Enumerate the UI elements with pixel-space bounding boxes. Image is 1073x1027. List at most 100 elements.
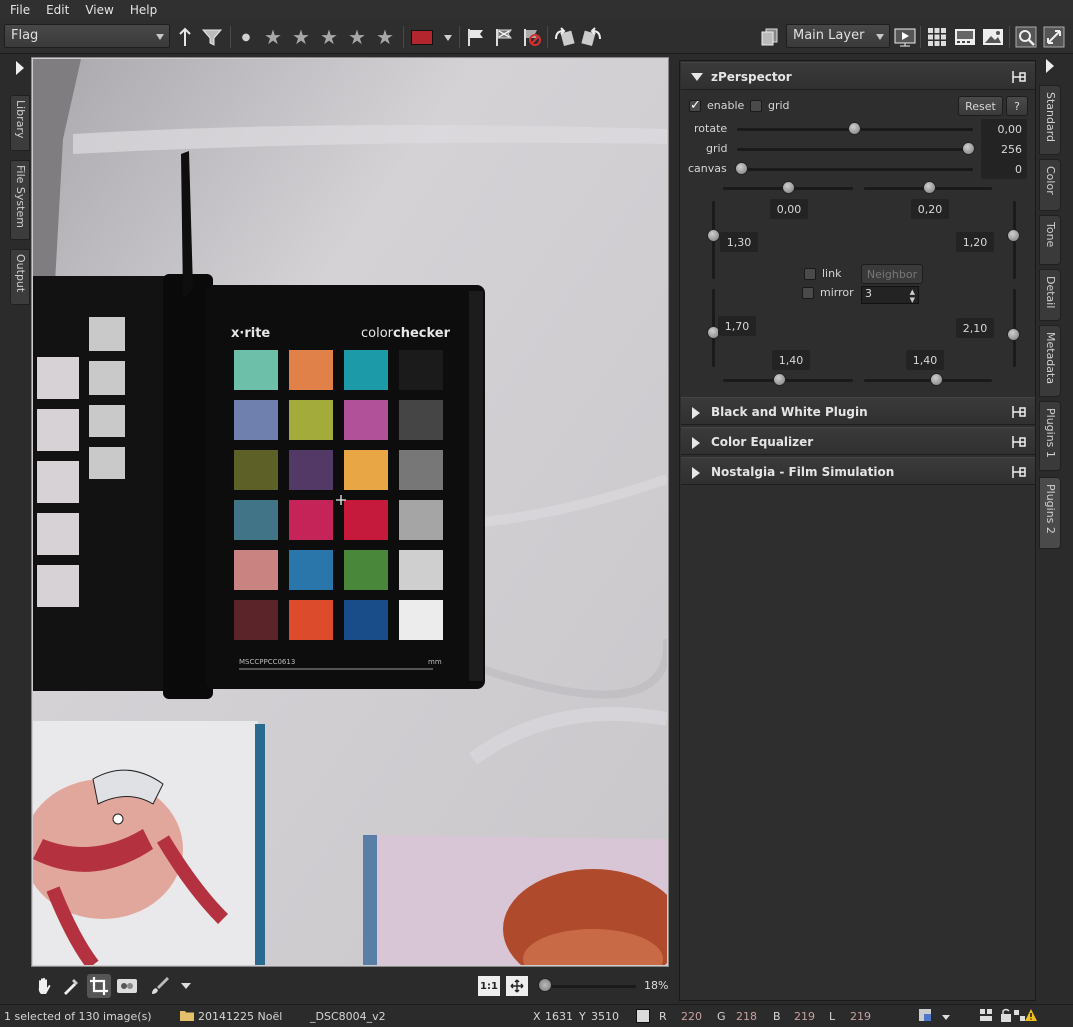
crop-icon[interactable] <box>87 974 111 998</box>
grid-size-value[interactable]: 256 <box>981 139 1027 159</box>
brush-icon[interactable] <box>148 974 172 998</box>
tab-output[interactable]: Output <box>10 249 30 305</box>
filter-funnel-icon[interactable] <box>200 25 224 49</box>
menu-view[interactable]: View <box>75 3 119 17</box>
thumbnail-grid-icon[interactable] <box>925 25 949 49</box>
bottom-left-slider-track[interactable] <box>723 379 853 382</box>
sort-ascending-icon[interactable] <box>173 25 197 49</box>
star-5-icon[interactable]: ★ <box>373 25 397 49</box>
tab-metadata[interactable]: Metadata <box>1039 325 1061 397</box>
viewer-toolbar: 1:1 18% <box>30 970 670 1002</box>
spot-healing-icon[interactable] <box>115 974 139 998</box>
star-4-icon[interactable]: ★ <box>345 25 369 49</box>
mirror-checkbox[interactable] <box>802 287 814 299</box>
flag-icon[interactable] <box>464 25 488 49</box>
color-equalizer-header[interactable]: Color Equalizer <box>681 427 1035 455</box>
bottom-right-slider-track[interactable] <box>864 379 992 382</box>
star-1-icon[interactable]: ★ <box>261 25 285 49</box>
menu-file[interactable]: File <box>0 3 36 17</box>
image-view-icon[interactable] <box>981 25 1005 49</box>
filter-combo[interactable]: Flag <box>4 24 170 48</box>
collapse-right-panel-icon[interactable] <box>1046 59 1054 73</box>
canvas-value[interactable]: 0 <box>981 159 1027 179</box>
brush-menu-chevron-icon[interactable] <box>181 983 191 989</box>
canvas-slider-track[interactable] <box>737 168 973 171</box>
reject-flag-icon[interactable] <box>492 25 516 49</box>
color-label-dropdown-icon[interactable] <box>444 35 452 41</box>
color-label-swatch[interactable] <box>411 30 433 45</box>
star-2-icon[interactable]: ★ <box>289 25 313 49</box>
warning-icon[interactable] <box>1024 1008 1038 1025</box>
top-right-value[interactable]: 0,20 <box>911 199 949 219</box>
upper-right-value[interactable]: 1,20 <box>956 232 994 252</box>
bottom-right-value[interactable]: 1,40 <box>906 350 944 370</box>
rotate-left-icon[interactable] <box>552 25 576 49</box>
tab-tone[interactable]: Tone <box>1039 215 1061 265</box>
pin-icon[interactable] <box>1011 70 1027 84</box>
link-checkbox[interactable] <box>804 268 816 280</box>
pin-icon[interactable] <box>1011 435 1027 449</box>
rotate-value[interactable]: 0,00 <box>981 119 1027 139</box>
rotate-right-icon[interactable] <box>580 25 604 49</box>
rotate-slider-handle[interactable] <box>848 122 861 135</box>
upper-left-value[interactable]: 1,30 <box>720 232 758 252</box>
compare-icon[interactable] <box>979 1008 993 1025</box>
bottom-right-slider-handle[interactable] <box>930 373 943 386</box>
nostalgia-header[interactable]: Nostalgia - Film Simulation <box>681 457 1035 485</box>
upper-left-vslider-handle[interactable] <box>707 229 720 242</box>
tab-standard[interactable]: Standard <box>1039 85 1061 155</box>
chevron-down-icon[interactable] <box>942 1015 950 1020</box>
mirror-spinbox[interactable]: 3 ▲ ▼ <box>861 286 919 304</box>
top-right-slider-handle[interactable] <box>923 181 936 194</box>
menu-help[interactable]: Help <box>120 3 163 17</box>
grid-slider-handle[interactable] <box>962 142 975 155</box>
lower-left-value[interactable]: 1,70 <box>718 316 756 336</box>
tab-plugins-1[interactable]: Plugins 1 <box>1039 401 1061 471</box>
zoom-slider-handle[interactable] <box>538 978 552 992</box>
zoom-magnifier-icon[interactable] <box>1014 25 1038 49</box>
spin-arrows-icon[interactable]: ▲ ▼ <box>910 288 915 304</box>
layer-combo[interactable]: Main Layer <box>786 24 890 48</box>
top-left-value[interactable]: 0,00 <box>770 199 808 219</box>
tab-file-system[interactable]: File System <box>10 160 30 240</box>
top-left-slider-handle[interactable] <box>782 181 795 194</box>
filmstrip-view-icon[interactable] <box>953 25 977 49</box>
unflag-icon[interactable] <box>520 25 544 49</box>
color-profile-icon[interactable] <box>918 1008 932 1025</box>
enable-checkbox[interactable] <box>689 98 701 113</box>
fullscreen-icon[interactable] <box>1042 25 1066 49</box>
bottom-left-value[interactable]: 1,40 <box>772 350 810 370</box>
layer-stack-icon[interactable] <box>757 25 781 49</box>
expand-left-panel-icon[interactable] <box>16 61 24 75</box>
zoom-1-to-1-button[interactable]: 1:1 <box>478 976 500 996</box>
star-3-icon[interactable]: ★ <box>317 25 341 49</box>
canvas-slider-handle[interactable] <box>735 162 748 175</box>
clear-rating-icon[interactable]: ● <box>234 25 258 49</box>
tab-library[interactable]: Library <box>10 95 30 151</box>
grid-checkbox[interactable] <box>750 100 762 112</box>
menu-edit[interactable]: Edit <box>36 3 75 17</box>
zoom-slider-track[interactable] <box>546 985 636 988</box>
neighbor-button[interactable]: Neighbor <box>861 264 923 284</box>
current-folder[interactable]: 20141225 Noël <box>198 1010 282 1023</box>
bw-plugin-header[interactable]: Black and White Plugin <box>681 397 1035 425</box>
tab-detail[interactable]: Detail <box>1039 269 1061 321</box>
pin-icon[interactable] <box>1011 465 1027 479</box>
color-picker-icon[interactable] <box>59 974 83 998</box>
lower-right-value[interactable]: 2,10 <box>956 318 994 338</box>
zoom-fit-icon[interactable] <box>506 976 528 996</box>
pin-icon[interactable] <box>1011 405 1027 419</box>
upper-right-vslider-handle[interactable] <box>1007 229 1020 242</box>
hand-pan-icon[interactable] <box>32 974 56 998</box>
zperspector-header[interactable]: zPerspector <box>681 62 1035 90</box>
bottom-left-slider-handle[interactable] <box>773 373 786 386</box>
help-button[interactable]: ? <box>1006 96 1028 116</box>
lock-icon[interactable] <box>1000 1008 1012 1025</box>
tab-color[interactable]: Color <box>1039 159 1061 211</box>
grid-slider-track[interactable] <box>737 148 973 151</box>
image-viewer[interactable]: x·rite colorchecker MSCCPPCC0613 mm <box>31 57 669 967</box>
lower-right-vslider-handle[interactable] <box>1007 328 1020 341</box>
tab-plugins-2[interactable]: Plugins 2 <box>1039 477 1061 549</box>
reset-button[interactable]: Reset <box>958 96 1003 116</box>
slideshow-icon[interactable] <box>893 25 917 49</box>
